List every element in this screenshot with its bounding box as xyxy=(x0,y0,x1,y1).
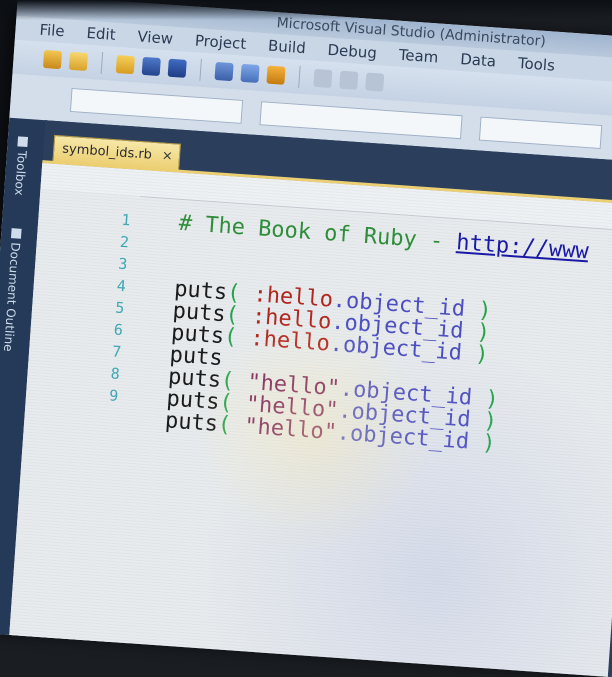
platform-combo[interactable] xyxy=(478,116,603,150)
new-project-icon[interactable] xyxy=(42,49,63,70)
menu-team[interactable]: Team xyxy=(398,43,439,70)
line-number xyxy=(84,405,139,431)
code-area[interactable]: 1 # The Book of Ruby - http://www 2 3 4 put… xyxy=(84,207,590,461)
code-token-punct: ( xyxy=(217,412,246,439)
code-token-str: "hello" xyxy=(243,413,338,446)
find-icon[interactable] xyxy=(214,61,234,82)
toolbar-separator xyxy=(298,65,301,88)
menu-data[interactable]: Data xyxy=(459,47,497,73)
toolbar-separator xyxy=(100,52,104,75)
menu-view[interactable]: View xyxy=(137,24,174,50)
document-outline-label: Document Outline xyxy=(1,241,23,353)
toolbar-separator xyxy=(199,58,202,81)
code-token-punct: ) xyxy=(481,430,497,457)
code-token-punct: ( xyxy=(223,324,252,352)
document-outline-icon xyxy=(10,228,22,239)
toolbox-label: Toolbox xyxy=(11,150,30,197)
save-all-icon[interactable] xyxy=(141,56,161,77)
undo-icon[interactable] xyxy=(313,68,333,89)
monitor-bezel-top xyxy=(0,0,612,20)
code-token-punct: ) xyxy=(474,341,490,368)
menu-build[interactable]: Build xyxy=(267,34,306,61)
solution-explorer-icon[interactable] xyxy=(240,63,260,83)
close-icon[interactable]: × xyxy=(161,143,174,170)
menu-edit[interactable]: Edit xyxy=(86,21,117,47)
solution-config-combo[interactable] xyxy=(69,87,244,124)
save-icon[interactable] xyxy=(115,55,135,75)
code-editor[interactable]: 1 # The Book of Ruby - http://www 2 3 4 put… xyxy=(8,163,612,677)
menu-debug[interactable]: Debug xyxy=(327,38,378,65)
cut-icon[interactable] xyxy=(167,58,187,78)
code-token-sym: :hello xyxy=(249,326,331,357)
find-combo[interactable] xyxy=(259,101,463,140)
toolbox-tab[interactable]: Toolbox xyxy=(12,136,30,196)
open-file-icon[interactable] xyxy=(68,51,89,71)
code-token-kw: puts xyxy=(137,406,219,437)
menu-project[interactable]: Project xyxy=(194,28,247,56)
document-well: symbol_ids.rb × 1 # The Book of Ruby - h… xyxy=(8,120,612,677)
menu-tools[interactable]: Tools xyxy=(517,51,556,78)
navigate-icon[interactable] xyxy=(365,72,385,92)
toolbox-icon xyxy=(17,136,29,148)
vs-window: Microsoft Visual Studio (Administrator) … xyxy=(0,0,612,677)
menu-file[interactable]: File xyxy=(39,18,66,44)
document-outline-tab[interactable]: Document Outline xyxy=(1,228,24,352)
start-debug-icon[interactable] xyxy=(266,65,286,85)
redo-icon[interactable] xyxy=(339,70,359,90)
